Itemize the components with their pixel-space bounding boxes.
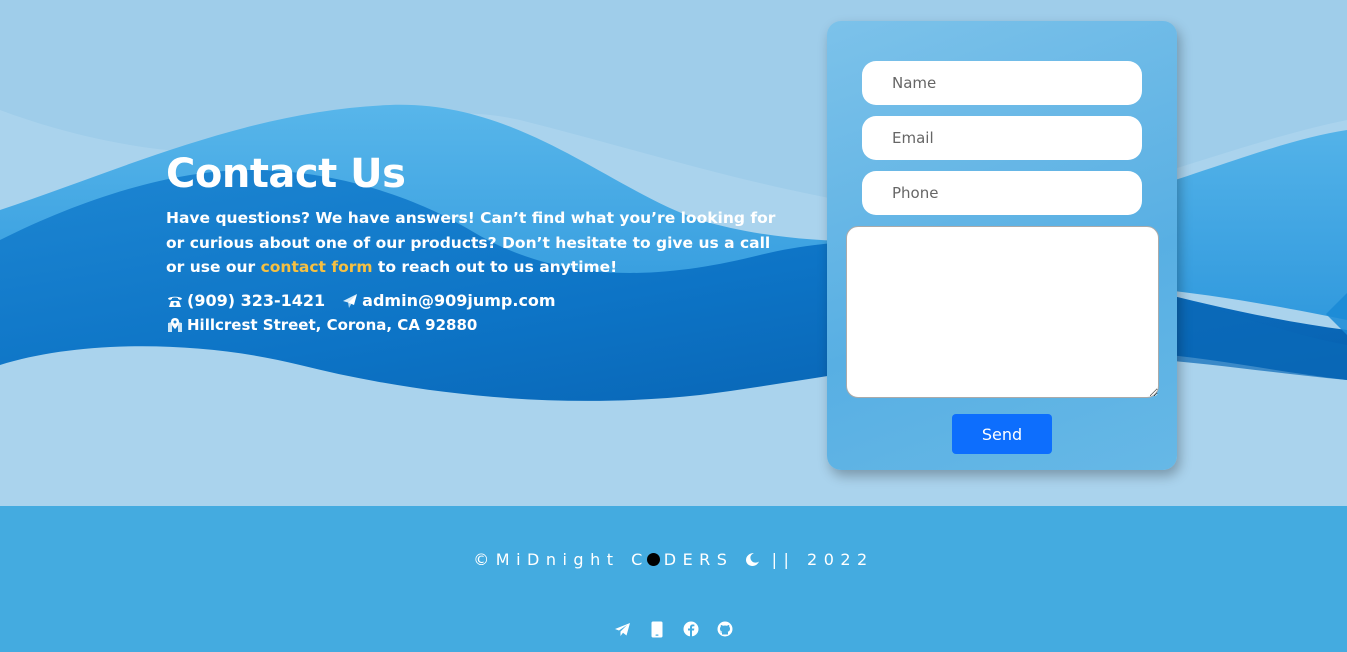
contact-hero: Contact Us Have questions? We have answe…: [0, 0, 1347, 506]
circle-icon: [646, 553, 660, 566]
copyright-brand-end: DERS: [663, 550, 734, 569]
github-icon[interactable]: [716, 620, 734, 638]
phone-icon: [166, 292, 184, 310]
contact-info: (909) 323-1421 admin@909jump.com: [166, 289, 786, 313]
mobile-icon[interactable]: [648, 620, 666, 638]
email-address[interactable]: admin@909jump.com: [362, 291, 555, 310]
paper-plane-icon: [341, 292, 359, 310]
contact-description: Have questions? We have answers! Can’t f…: [166, 206, 786, 280]
map-pin-icon: [166, 316, 184, 334]
footer: ©MiDnight C DERS || 2022: [0, 506, 1347, 652]
email-input[interactable]: [862, 116, 1142, 160]
moon-icon: [745, 552, 760, 571]
copyright-brand-start: ©MiDnight C: [473, 550, 649, 569]
contact-form: Send: [827, 21, 1177, 470]
social-links: [0, 620, 1347, 638]
address-text: Hillcrest Street, Corona, CA 92880: [187, 315, 478, 334]
telegram-icon[interactable]: [614, 620, 632, 638]
phone-input[interactable]: [862, 171, 1142, 215]
contact-intro: Contact Us Have questions? We have answe…: [166, 150, 786, 337]
side-scroll-arrow[interactable]: [1326, 293, 1347, 335]
phone-number[interactable]: (909) 323-1421: [187, 291, 325, 310]
page-title: Contact Us: [166, 151, 406, 197]
message-textarea[interactable]: [846, 226, 1159, 398]
copyright-text: ©MiDnight C DERS || 2022: [0, 550, 1347, 571]
facebook-icon[interactable]: [682, 620, 700, 638]
address-line: Hillcrest Street, Corona, CA 92880: [166, 313, 786, 337]
name-input[interactable]: [862, 61, 1142, 105]
contact-form-link[interactable]: contact form: [261, 258, 373, 276]
copyright-year: || 2022: [771, 550, 874, 569]
send-button[interactable]: Send: [952, 414, 1052, 454]
description-text-end: to reach out to us anytime!: [372, 258, 618, 276]
